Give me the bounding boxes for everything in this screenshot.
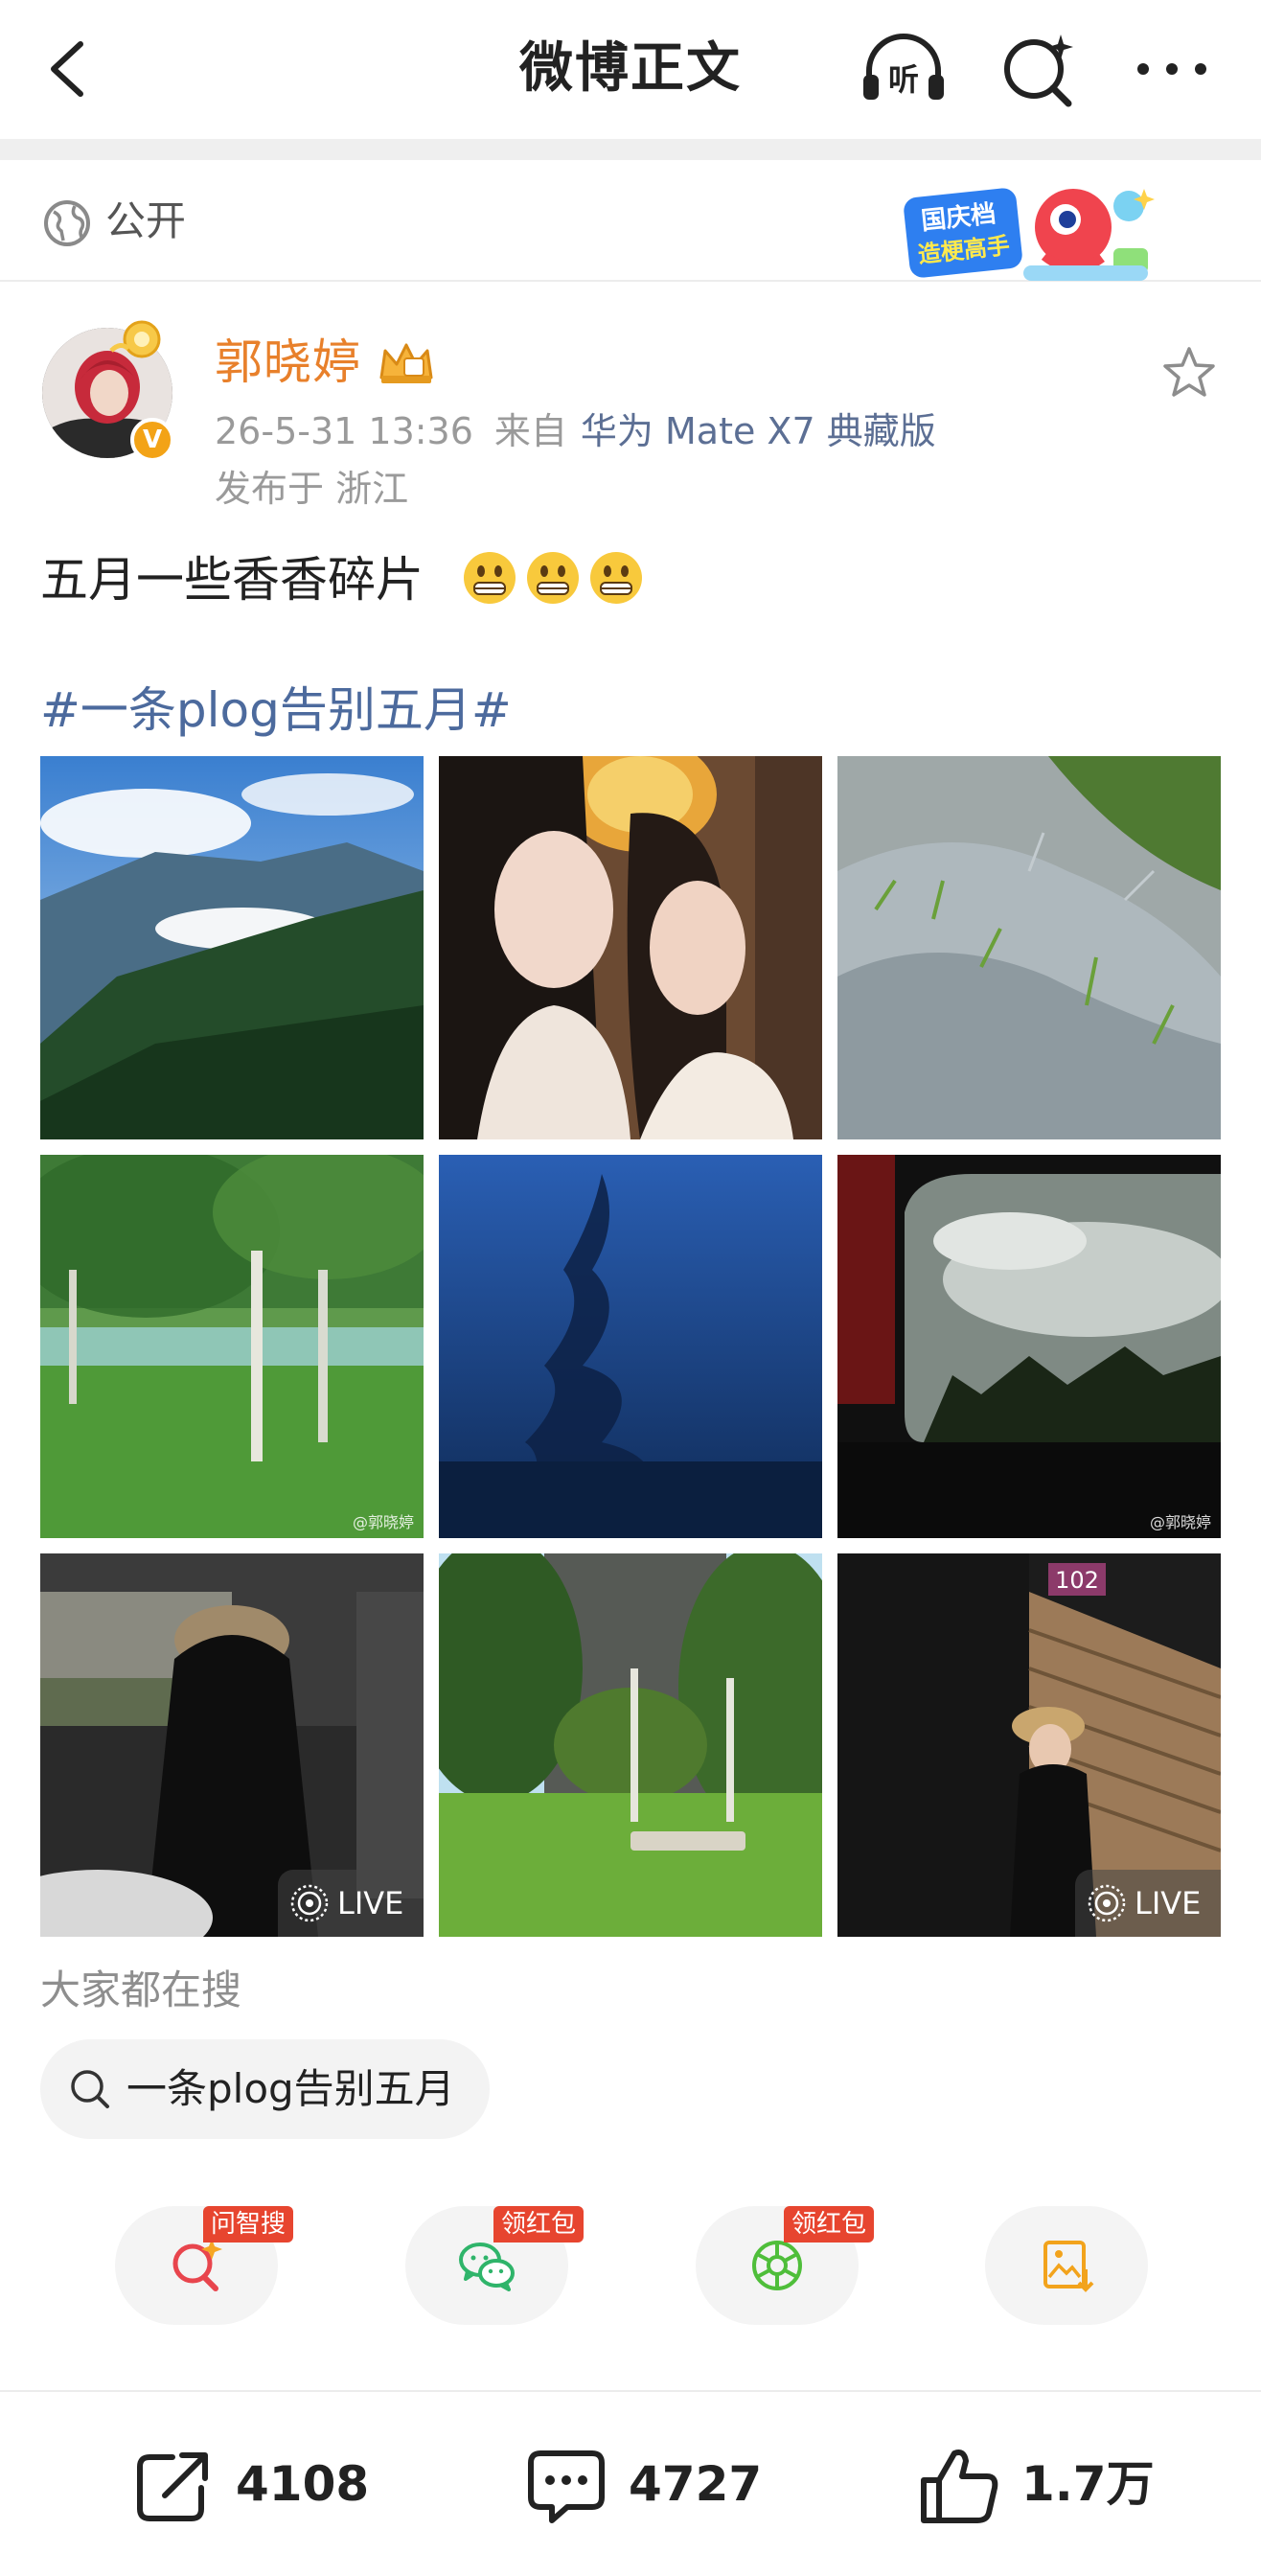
repost-count: 4108 bbox=[236, 2456, 370, 2512]
share-actions: 问智搜 领红包 领红包 bbox=[0, 2206, 1261, 2325]
post-image-2[interactable] bbox=[439, 756, 822, 1139]
post-image-3[interactable] bbox=[837, 756, 1221, 1139]
bottom-toolbar: 4108 4727 1.7万 bbox=[0, 2392, 1261, 2576]
trending-search-title: 大家都在搜 bbox=[40, 1966, 242, 2013]
grimace-emoji-icon bbox=[527, 552, 579, 604]
wechat-share-button[interactable]: 领红包 bbox=[405, 2206, 585, 2325]
post-image-6[interactable]: @郭晓婷 bbox=[837, 1155, 1221, 1538]
grimace-emoji-icon bbox=[590, 552, 642, 604]
listen-icon[interactable]: 听 bbox=[858, 27, 950, 111]
post-image-9[interactable]: 102 LIVE bbox=[837, 1553, 1221, 1937]
image-grid: @郭晓婷 @郭晓婷 LIVE 102 LIVE bbox=[40, 756, 1221, 1937]
moments-share-button[interactable]: 领红包 bbox=[696, 2206, 875, 2325]
comment-icon bbox=[528, 2450, 605, 2523]
post-image-1[interactable] bbox=[40, 756, 424, 1139]
device-link[interactable]: 华为 Mate X7 典藏版 bbox=[581, 410, 936, 452]
listen-icon-text: 听 bbox=[888, 61, 919, 98]
author-name[interactable]: 郭晓婷 bbox=[215, 332, 361, 393]
post-image-7[interactable]: LIVE bbox=[40, 1553, 424, 1937]
avatar-pendant-icon bbox=[109, 320, 161, 358]
post-image-4[interactable]: @郭晓婷 bbox=[40, 1155, 424, 1538]
verified-badge: V bbox=[130, 418, 174, 462]
moments-icon bbox=[752, 2241, 802, 2290]
thumbs-up-icon bbox=[921, 2450, 998, 2523]
visibility-label: 公开 bbox=[105, 197, 187, 244]
post-text: 五月一些香香碎片 bbox=[40, 552, 424, 608]
watermark: @郭晓婷 bbox=[352, 1513, 414, 1531]
live-icon bbox=[1088, 1884, 1126, 1922]
promo-badge[interactable]: 国庆档 造梗高手 bbox=[901, 172, 1169, 287]
watermark: @郭晓婷 bbox=[1149, 1513, 1211, 1531]
post-date: 26-5-31 13:36 bbox=[215, 410, 473, 452]
top-bar: 微博正文 听 bbox=[0, 0, 1261, 139]
comment-count: 4727 bbox=[629, 2456, 763, 2512]
back-icon[interactable] bbox=[38, 34, 96, 104]
room-number: 102 bbox=[1055, 1567, 1099, 1594]
live-label: LIVE bbox=[337, 1885, 404, 1921]
repost-icon bbox=[137, 2452, 208, 2521]
crown-icon[interactable] bbox=[376, 337, 437, 387]
live-label: LIVE bbox=[1135, 1885, 1202, 1921]
ai-search-button[interactable]: 问智搜 bbox=[115, 2206, 294, 2325]
globe-icon bbox=[44, 200, 90, 246]
post-location: 发布于 浙江 bbox=[215, 468, 409, 510]
star-icon[interactable] bbox=[1159, 343, 1219, 402]
divider bbox=[0, 139, 1261, 160]
more-icon[interactable] bbox=[1126, 27, 1218, 111]
search-chip-label: 一条plog告别五月 bbox=[126, 2065, 455, 2112]
post-image-8[interactable] bbox=[439, 1553, 822, 1937]
post-image-5[interactable] bbox=[439, 1155, 822, 1538]
ai-search-icon bbox=[172, 2239, 222, 2291]
grimace-emoji-icon bbox=[464, 552, 516, 604]
live-badge: LIVE bbox=[278, 1870, 424, 1937]
post-meta: 26-5-31 13:36 来自 华为 Mate X7 典藏版 bbox=[215, 406, 936, 456]
action-tag: 领红包 bbox=[784, 2206, 875, 2242]
search-icon bbox=[71, 2070, 109, 2108]
ai-search-icon[interactable] bbox=[992, 27, 1084, 111]
hashtag-link[interactable]: #一条plog告别五月# bbox=[40, 677, 512, 744]
like-count: 1.7万 bbox=[1021, 2456, 1155, 2512]
save-image-button[interactable] bbox=[985, 2206, 1148, 2325]
live-icon bbox=[290, 1884, 329, 1922]
action-tag: 问智搜 bbox=[203, 2206, 294, 2242]
live-badge: LIVE bbox=[1075, 1870, 1221, 1937]
weibo-post-page: 微博正文 听 公开 国庆档 造梗高手 V 郭晓婷 26-5-31 13:36 来… bbox=[0, 0, 1261, 2576]
search-suggestion-chip[interactable]: 一条plog告别五月 bbox=[40, 2039, 490, 2139]
save-image-icon bbox=[1043, 2241, 1094, 2292]
visibility-row: 公开 国庆档 造梗高手 bbox=[0, 160, 1261, 282]
from-label: 来自 bbox=[493, 410, 567, 452]
action-tag: 领红包 bbox=[493, 2206, 585, 2242]
wechat-icon bbox=[459, 2242, 515, 2291]
